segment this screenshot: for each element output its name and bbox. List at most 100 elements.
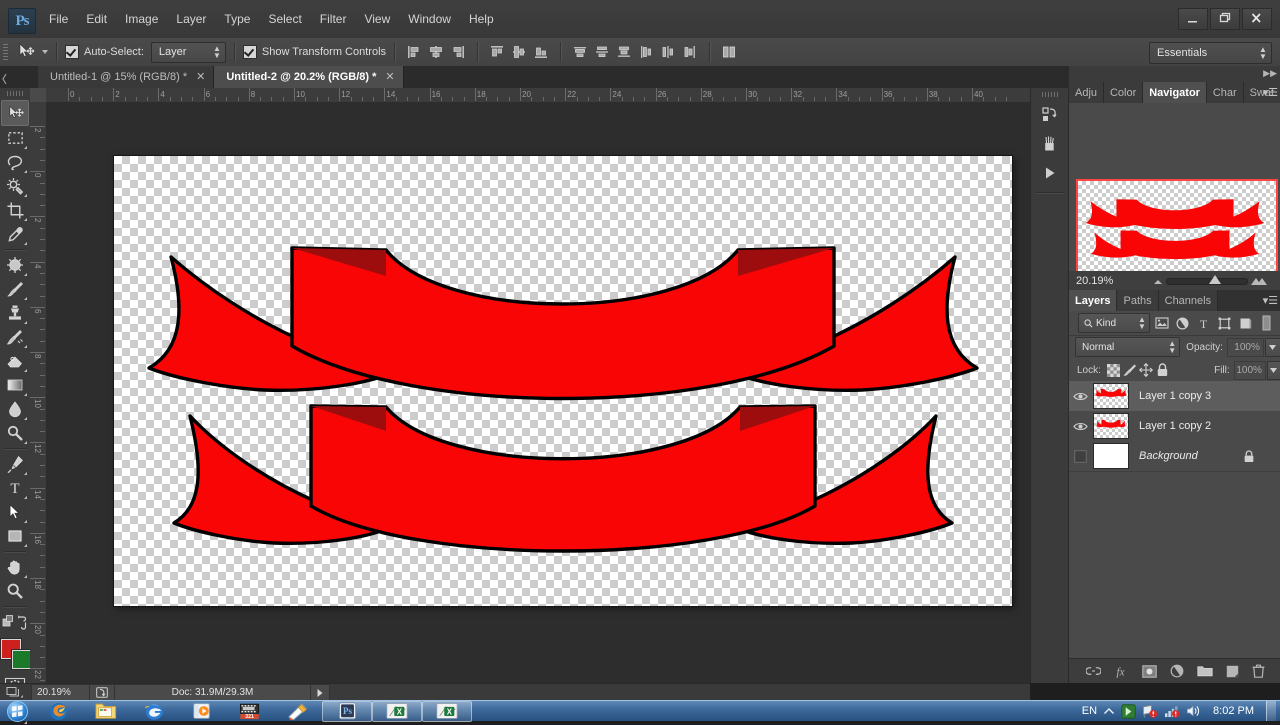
tray-language-indicator[interactable]: EN	[1082, 705, 1097, 717]
layer-thumbnail[interactable]	[1093, 383, 1129, 409]
panel-tab-layers[interactable]: Layers	[1069, 290, 1118, 311]
tool-history-brush[interactable]	[2, 325, 28, 349]
show-desktop-button[interactable]	[1266, 701, 1276, 721]
layer-thumbnail[interactable]	[1093, 443, 1129, 469]
delete-layer-icon[interactable]	[1252, 664, 1265, 678]
expand-panel-icon[interactable]	[1037, 160, 1063, 186]
document-canvas[interactable]	[114, 156, 1012, 606]
menu-select[interactable]: Select	[259, 8, 310, 30]
tool-pen[interactable]	[2, 452, 28, 476]
panel-menu-icon[interactable]: ▾☰	[1263, 86, 1278, 99]
layers-panel-menu-icon[interactable]: ▾☰	[1263, 294, 1278, 307]
menu-window[interactable]: Window	[399, 8, 460, 30]
add-layer-mask-icon[interactable]	[1141, 664, 1157, 678]
zoom-slider-track[interactable]	[1166, 278, 1248, 285]
menu-file[interactable]: File	[40, 8, 77, 30]
tool-rectangle[interactable]	[2, 524, 28, 548]
distribute-horizontal-centers-button[interactable]	[657, 42, 679, 62]
close-tab-icon[interactable]: ✕	[385, 71, 394, 83]
preview-options-icon[interactable]	[90, 684, 115, 701]
tool-zoom[interactable]	[2, 579, 28, 603]
add-layer-style-icon[interactable]: fx	[1114, 665, 1129, 677]
document-tab-untitled-1[interactable]: Untitled-1 @ 15% (RGB/8) * ✕	[38, 66, 215, 88]
align-top-edges-button[interactable]	[486, 42, 508, 62]
history-panel-icon[interactable]	[1037, 102, 1063, 128]
show-hidden-icons-arrow[interactable]	[1103, 707, 1115, 716]
panel-tab-channels[interactable]: Channels	[1158, 290, 1219, 311]
panel-tab-adjustments[interactable]: Adju	[1069, 82, 1104, 103]
filter-toggle-icon[interactable]	[1257, 314, 1276, 333]
tool-spot-healing-brush[interactable]	[2, 253, 28, 277]
menu-help[interactable]: Help	[460, 8, 503, 30]
blend-mode-dropdown[interactable]: Normal ▲ ▼	[1075, 337, 1181, 357]
options-bar-grip[interactable]	[3, 44, 8, 60]
distribute-bottom-edges-button[interactable]	[613, 42, 635, 62]
tool-hand[interactable]	[2, 555, 28, 579]
zoom-slider-knob[interactable]	[1209, 275, 1221, 284]
taskbar-paint-icon[interactable]	[274, 701, 322, 721]
windows-start-orb[interactable]	[0, 700, 34, 722]
layer-name[interactable]: Background	[1139, 450, 1198, 462]
menu-image[interactable]: Image	[116, 8, 167, 30]
opacity-value[interactable]: 100%	[1226, 337, 1264, 357]
tool-path-selection[interactable]	[2, 500, 28, 524]
zoom-out-icon[interactable]	[1152, 277, 1164, 285]
menu-layer[interactable]: Layer	[167, 8, 215, 30]
navigator-thumbnail[interactable]	[1076, 179, 1278, 276]
document-tab-untitled-2[interactable]: Untitled-2 @ 20.2% (RGB/8) * ✕	[214, 66, 404, 88]
tool-preset-caret[interactable]	[42, 50, 48, 54]
action-center-icon[interactable]	[1142, 704, 1158, 719]
network-icon[interactable]	[1164, 704, 1180, 718]
document-info[interactable]: Doc: 31.9M/29.3M	[115, 684, 311, 701]
taskbar-photoshop-icon[interactable]: Ps	[322, 700, 372, 722]
zoom-in-icon[interactable]	[1250, 276, 1268, 286]
layer-visibility-toggle[interactable]	[1069, 381, 1091, 411]
distribute-vertical-centers-button[interactable]	[591, 42, 613, 62]
opacity-slider-toggle[interactable]	[1264, 337, 1280, 357]
filter-type-icon[interactable]: T	[1194, 314, 1213, 333]
menu-filter[interactable]: Filter	[311, 8, 356, 30]
layer-row-2[interactable]: Background	[1069, 441, 1280, 472]
taskbar-movie-maker-icon[interactable]: 321	[226, 701, 274, 721]
status-expand-arrow[interactable]	[311, 684, 330, 701]
align-horizontal-centers-button[interactable]	[425, 42, 447, 62]
new-layer-icon[interactable]	[1226, 665, 1239, 678]
taskbar-media-player-icon[interactable]	[178, 701, 226, 721]
tool-crop[interactable]	[2, 198, 28, 222]
panel-tab-paths[interactable]: Paths	[1117, 290, 1159, 311]
volume-icon[interactable]	[1186, 704, 1201, 718]
tool-eraser[interactable]	[2, 349, 28, 373]
tool-quick-selection[interactable]	[2, 174, 28, 198]
toolbox-grip[interactable]	[7, 91, 23, 96]
menu-edit[interactable]: Edit	[77, 8, 116, 30]
tool-brush[interactable]	[2, 277, 28, 301]
filter-pixel-icon[interactable]	[1152, 314, 1171, 333]
ruler-origin-corner[interactable]	[30, 88, 47, 103]
tool-eyedropper[interactable]	[2, 222, 28, 246]
taskbar-file-explorer-icon[interactable]	[82, 701, 130, 721]
collapse-panels-icon[interactable]: ▶▶	[1263, 68, 1277, 79]
new-adjustment-layer-icon[interactable]	[1170, 664, 1184, 678]
filter-smartobject-icon[interactable]	[1236, 314, 1255, 333]
taskbar-internet-explorer-icon[interactable]	[130, 701, 178, 721]
navigator-zoom-slider[interactable]	[1152, 275, 1269, 286]
align-left-edges-button[interactable]	[403, 42, 425, 62]
align-vertical-centers-button[interactable]	[508, 42, 530, 62]
tabbar-grip[interactable]	[1, 68, 9, 85]
tool-move[interactable]	[1, 100, 29, 126]
align-right-edges-button[interactable]	[447, 42, 469, 62]
status-bar-sizer[interactable]	[0, 684, 30, 701]
workspace-selector[interactable]: Essentials ▲ ▼	[1149, 42, 1272, 64]
tool-rectangular-marquee[interactable]	[2, 126, 28, 150]
horizontal-ruler[interactable]: 0 2 4 6 8 10 12 14 16 18 20 22 24 26 28 30 32 34 36 38 40	[46, 88, 1030, 103]
close-button[interactable]	[1242, 8, 1272, 30]
taskbar-clock[interactable]: 8:02 PM	[1213, 705, 1254, 717]
menu-type[interactable]: Type	[215, 8, 259, 30]
restore-button[interactable]	[1210, 8, 1240, 30]
link-layers-icon[interactable]	[1085, 665, 1101, 677]
show-transform-controls-checkbox[interactable]	[242, 45, 257, 59]
status-zoom-value[interactable]: 20.19%	[31, 684, 90, 701]
vertical-ruler[interactable]: 2 0 2 4 6 8 10 12 14 16 18 20 22	[30, 102, 47, 683]
tool-horizontal-type[interactable]: T	[2, 476, 28, 500]
layer-filter-kind-dropdown[interactable]: Kind ▲ ▼	[1078, 313, 1150, 333]
